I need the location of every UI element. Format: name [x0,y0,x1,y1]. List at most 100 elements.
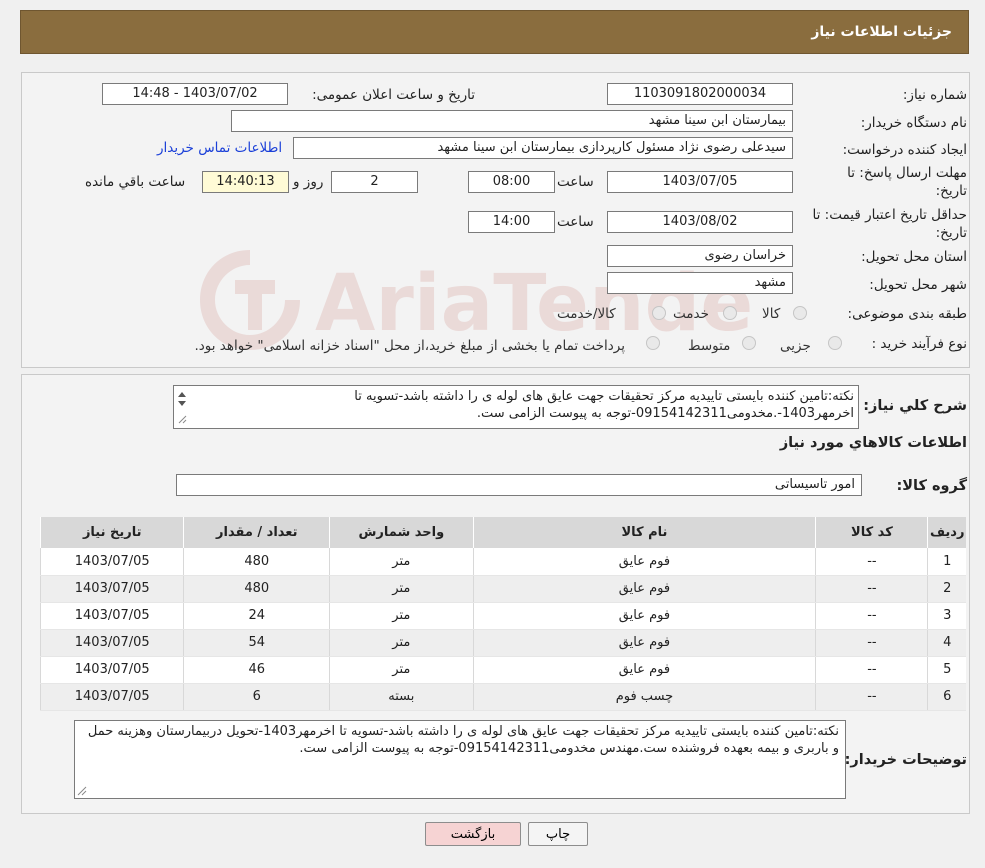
quantity: 480 [183,548,330,576]
goods-info-title: اطلاعات کالاهاي مورد نياز [779,435,967,451]
remaining-time-field: 14:40:13 [202,171,289,193]
province-field: خراسان رضوی [607,245,793,267]
days-label: روز و [293,174,324,190]
goods-name: فوم عایق [472,656,816,684]
category-label: طبقه بندی موضوعی: [847,306,967,322]
deadline-label: مهلت ارسال پاسخ: تا [847,165,967,181]
row-number: 4 [927,629,966,657]
col-row-number: رديف [927,517,966,548]
category-goods-radio[interactable] [793,306,807,320]
category-goods-service-radio[interactable] [652,306,666,320]
col-goods-code: کد کالا [815,517,928,548]
row-number: 6 [927,683,966,711]
goods-table-header: رديف کد کالا نام کالا واحد شمارش تعداد /… [39,517,966,548]
goods-name: چسب فوم [472,683,816,711]
goods-code: -- [815,548,928,576]
description-textarea[interactable]: نکته:تامین کننده بایستی تاییدیه مرکز تحق… [173,385,859,429]
category-service-radio[interactable] [723,306,737,320]
table-row: 3 -- فوم عایق متر 24 1403/07/05 [39,602,966,630]
days-remaining-field: 2 [331,171,418,193]
col-unit: واحد شمارش [329,517,474,548]
quantity: 480 [183,575,330,603]
need-number-label: شماره نیاز: [902,87,967,103]
goods-code: -- [815,602,928,630]
goods-name: فوم عایق [472,575,816,603]
deadline-label-date: تاریخ: [935,183,967,199]
buyer-notes-label: توضیحات خریدار: [844,752,967,768]
price-validity-label: حداقل تاریخ اعتبار قیمت: تا [812,207,967,223]
goods-group-label: گروه کالا: [896,478,967,494]
deadline-date-field: 1403/07/05 [607,171,793,193]
unit: متر [329,656,474,684]
need-date: 1403/07/05 [39,575,184,603]
goods-code: -- [815,683,928,711]
unit: متر [329,575,474,603]
process-payment-note: پرداخت تمام یا بخشی از مبلغ خرید،از محل … [194,338,625,354]
need-date: 1403/07/05 [39,656,184,684]
city-field: مشهد [607,272,793,294]
description-label: شرح کلي نياز: [863,398,967,414]
goods-table: رديف کد کالا نام کالا واحد شمارش تعداد /… [39,517,966,711]
table-row: 6 -- چسب فوم بسته 6 1403/07/05 [39,683,966,711]
col-quantity: تعداد / مقدار [183,517,330,548]
buyer-org-label: نام دستگاه خریدار: [860,115,967,131]
treasury-note-checkbox[interactable] [646,336,660,350]
row-number: 5 [927,656,966,684]
goods-name: فوم عایق [472,548,816,576]
row-number: 2 [927,575,966,603]
category-service-label: خدمت [673,306,709,322]
quantity: 46 [183,656,330,684]
quantity: 54 [183,629,330,657]
textarea-scroll-arrows-icon[interactable] [176,389,188,425]
quantity: 6 [183,683,330,711]
goods-name: فوم عایق [472,602,816,630]
unit: متر [329,548,474,576]
col-goods-name: نام کالا [472,517,816,548]
goods-code: -- [815,575,928,603]
buyer-org-field: بیمارستان ابن سینا مشهد [231,110,793,132]
goods-code: -- [815,629,928,657]
price-validity-label-date: تاریخ: [935,225,967,241]
need-date: 1403/07/05 [39,548,184,576]
buyer-notes-textarea[interactable]: نکته:تامین کننده بایستی تاییدیه مرکز تحق… [74,720,846,799]
buyer-contact-link[interactable]: اطلاعات تماس خریدار [157,140,282,156]
goods-group-field: امور تاسیساتی [176,474,862,496]
need-date: 1403/07/05 [39,602,184,630]
creator-label: ایجاد کننده درخواست: [842,142,967,158]
price-validity-time-label: ساعت [557,214,594,230]
print-button[interactable]: چاپ [528,822,588,846]
process-medium-radio[interactable] [742,336,756,350]
province-label: استان محل تحویل: [861,249,967,265]
unit: بسته [329,683,474,711]
process-medium-label: متوسط [688,338,731,354]
row-number: 1 [927,548,966,576]
need-number-field: 1103091802000034 [607,83,793,105]
price-validity-date-field: 1403/08/02 [607,211,793,233]
col-need-date: تاریخ نیاز [39,517,184,548]
goods-name: فوم عایق [472,629,816,657]
deadline-time-label: ساعت [557,174,594,190]
back-button[interactable]: بازگشت [425,822,521,846]
row-number: 3 [927,602,966,630]
table-row: 4 -- فوم عایق متر 54 1403/07/05 [39,629,966,657]
page-title: جزئیات اطلاعات نیاز [811,24,952,40]
page-header: جزئیات اطلاعات نیاز [20,10,969,54]
need-date: 1403/07/05 [39,683,184,711]
goods-code: -- [815,656,928,684]
announce-datetime-field: 1403/07/02 - 14:48 [102,83,288,105]
need-date: 1403/07/05 [39,629,184,657]
remaining-time-label: ساعت باقي مانده [85,174,186,190]
unit: متر [329,602,474,630]
process-type-label: نوع فرآیند خرید : [871,336,967,352]
unit: متر [329,629,474,657]
city-label: شهر محل تحویل: [869,277,967,293]
process-minor-radio[interactable] [828,336,842,350]
quantity: 24 [183,602,330,630]
resize-handle-icon[interactable] [77,786,87,796]
table-row: 5 -- فوم عایق متر 46 1403/07/05 [39,656,966,684]
table-row: 1 -- فوم عایق متر 480 1403/07/05 [39,548,966,576]
price-validity-time-field: 14:00 [468,211,555,233]
category-goods-service-label: کالا/خدمت [557,306,616,322]
creator-field: سیدعلی رضوی نژاد مسئول کارپردازی بیمارست… [293,137,793,159]
deadline-time-field: 08:00 [468,171,555,193]
